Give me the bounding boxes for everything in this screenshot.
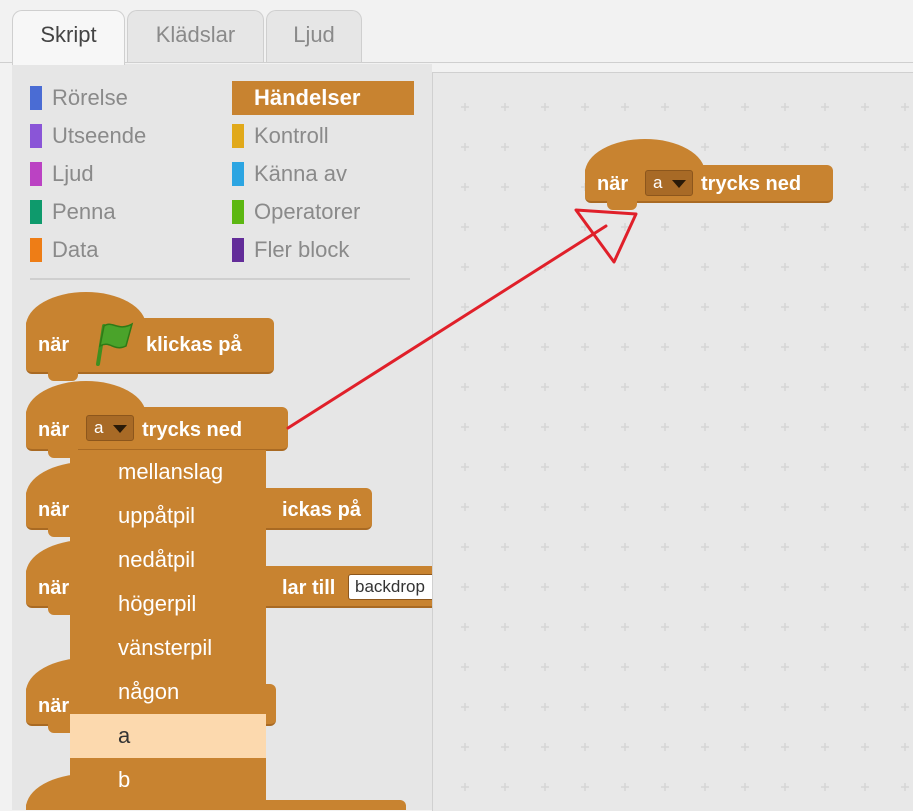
chevron-down-icon	[672, 180, 686, 188]
block-text-suffix: trycks ned	[701, 173, 802, 195]
key-dropdown[interactable]: a	[86, 415, 134, 441]
script-area[interactable]: när a trycks ned	[432, 72, 913, 811]
dropdown-item-up-arrow[interactable]: uppåtpil	[70, 494, 266, 538]
when-flag-clicked-block[interactable]: när klickas på	[26, 292, 274, 381]
category-label: Fler block	[254, 237, 350, 262]
category-label: Rörelse	[52, 85, 128, 110]
green-flag-icon	[92, 320, 136, 372]
block-text-prefix: när	[38, 695, 70, 717]
category-color-swatch	[30, 124, 42, 148]
key-value: a	[94, 418, 104, 437]
category-label: Känna av	[254, 161, 347, 186]
category-label: Kontroll	[254, 123, 329, 148]
category-color-swatch	[30, 200, 42, 224]
hat-cap	[26, 381, 146, 417]
backdrop-value: backdrop	[355, 577, 425, 596]
block-text-suffix: lar till	[282, 577, 336, 599]
key-value: a	[653, 173, 663, 192]
category-pen[interactable]: Penna	[30, 200, 220, 224]
chevron-down-icon	[113, 425, 127, 433]
category-color-swatch	[30, 86, 42, 110]
key-dropdown[interactable]: a	[645, 170, 693, 196]
dropdown-item-any[interactable]: någon	[70, 670, 266, 714]
block-text-suffix: ickas på	[282, 499, 361, 521]
tab-scripts[interactable]: Skript	[12, 10, 125, 65]
block-text-suffix: klickas på	[146, 334, 242, 356]
category-more-blocks[interactable]: Fler block	[232, 238, 414, 262]
category-color-swatch	[232, 200, 244, 224]
category-operators[interactable]: Operatorer	[232, 200, 414, 224]
block-text-prefix: när	[38, 334, 70, 356]
script-when-key-pressed-block[interactable]: när a trycks ned	[585, 139, 833, 210]
category-color-swatch	[30, 162, 42, 186]
tab-sounds[interactable]: Ljud	[266, 10, 362, 63]
block-notch	[48, 372, 78, 381]
dropdown-item-down-arrow[interactable]: nedåtpil	[70, 538, 266, 582]
backdrop-dropdown[interactable]: backdrop	[348, 574, 432, 600]
block-text-prefix: när	[597, 173, 629, 195]
block-text-prefix: när	[38, 499, 70, 521]
block-text-prefix: när	[38, 577, 70, 599]
tab-divider	[0, 62, 913, 63]
dropdown-item-space[interactable]: mellanslag	[70, 450, 266, 494]
category-label: Data	[52, 237, 99, 262]
block-notch	[607, 201, 637, 210]
category-control[interactable]: Kontroll	[232, 124, 414, 148]
tab-bar: Skript Klädslar Ljud	[0, 0, 913, 65]
dropdown-item-b[interactable]: b	[70, 758, 266, 802]
when-key-pressed-block[interactable]: när a trycks ned	[26, 381, 288, 458]
category-data[interactable]: Data	[30, 238, 220, 262]
category-label: Händelser	[254, 85, 361, 110]
category-color-swatch	[232, 124, 244, 148]
block-text-suffix: trycks ned	[142, 419, 243, 441]
category-color-swatch	[232, 162, 244, 186]
category-color-swatch	[30, 238, 42, 262]
category-label: Operatorer	[254, 199, 361, 224]
category-label: Ljud	[52, 161, 94, 186]
category-looks[interactable]: Utseende	[30, 124, 220, 148]
dropdown-item-left-arrow[interactable]: vänsterpil	[70, 626, 266, 670]
category-color-swatch	[232, 238, 244, 262]
block-text-prefix: när	[38, 419, 70, 441]
dropdown-item-a[interactable]: a	[70, 714, 266, 758]
category-label: Penna	[52, 199, 116, 224]
key-dropdown-menu: mellanslag uppåtpil nedåtpil högerpil vä…	[70, 450, 266, 810]
category-motion[interactable]: Rörelse	[30, 86, 220, 110]
category-sound[interactable]: Ljud	[30, 162, 220, 186]
category-events[interactable]: Händelser	[232, 81, 414, 115]
category-label: Utseende	[52, 123, 147, 148]
palette-divider	[30, 278, 410, 280]
category-sensing[interactable]: Känna av	[232, 162, 414, 186]
dropdown-item-right-arrow[interactable]: högerpil	[70, 582, 266, 626]
tab-costumes[interactable]: Klädslar	[127, 10, 264, 63]
